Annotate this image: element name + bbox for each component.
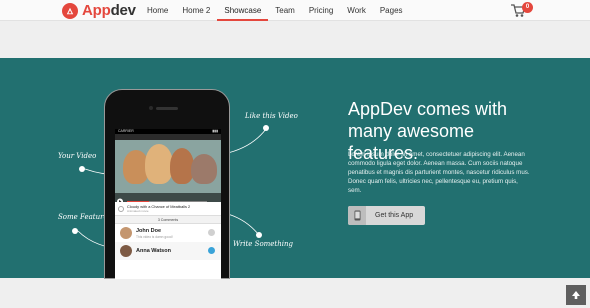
like-video-dot xyxy=(263,125,269,131)
your-video-label: Your Video xyxy=(58,152,97,160)
nav-pricing[interactable]: Pricing xyxy=(302,0,340,21)
phone-screen: CARRIER ▮▮▮ Cloudy with a Chance of Meatb… xyxy=(115,129,221,279)
video-character xyxy=(145,144,173,184)
some-feature-dot xyxy=(72,228,78,234)
nav-pages[interactable]: Pages xyxy=(373,0,410,21)
arrow-up-icon xyxy=(572,291,580,299)
main-menu: Home Home 2 Showcase Team Pricing Work P… xyxy=(140,0,410,21)
video-controls[interactable] xyxy=(115,193,221,202)
comment-action-icon[interactable] xyxy=(208,247,215,254)
annotation-lines xyxy=(77,128,267,251)
comment-author: John Doe xyxy=(136,227,162,234)
video-subtitle: Animated movie xyxy=(127,209,149,213)
brand-name: Appdev xyxy=(82,2,136,19)
like-video-label: Like this Video xyxy=(245,112,298,120)
comments-count: 3 Comments xyxy=(115,216,221,224)
phone-mockup: CARRIER ▮▮▮ Cloudy with a Chance of Meatb… xyxy=(104,89,230,279)
top-navbar: Appdev Home Home 2 Showcase Team Pricing… xyxy=(0,0,590,21)
write-something-label: Write Something xyxy=(233,240,293,248)
some-feature-label: Some Feature xyxy=(58,213,108,221)
info-icon xyxy=(118,205,124,212)
phone-camera xyxy=(149,106,153,110)
video-progress-bar[interactable] xyxy=(115,197,221,202)
nav-home[interactable]: Home xyxy=(140,0,175,21)
cart-count-badge: 0 xyxy=(522,2,533,13)
logo-triangle-icon xyxy=(62,2,78,19)
nav-showcase[interactable]: Showcase xyxy=(217,0,269,21)
phone-earpiece xyxy=(156,107,178,110)
comment-action-icon[interactable] xyxy=(208,229,215,236)
features-hero: AppDev comes with many awesome features.… xyxy=(0,58,590,278)
comment-author: Anna Watson xyxy=(136,247,171,254)
nav-team[interactable]: Team xyxy=(268,0,302,21)
brand-logo[interactable]: Appdev xyxy=(62,0,136,21)
comment-text: This video is damn good! xyxy=(136,234,173,239)
comment-item[interactable]: John Doe This video is damn good! xyxy=(115,224,221,242)
scroll-to-top-button[interactable] xyxy=(566,285,586,305)
nav-home-2[interactable]: Home 2 xyxy=(175,0,217,21)
video-character xyxy=(191,154,217,184)
avatar xyxy=(120,245,132,257)
your-video-dot xyxy=(79,166,85,172)
video-player[interactable] xyxy=(115,140,221,202)
video-info[interactable]: Cloudy with a Chance of Meatballs 2 Anim… xyxy=(115,202,221,216)
comment-item[interactable]: Anna Watson xyxy=(115,242,221,260)
cart-button[interactable]: 0 xyxy=(510,2,534,19)
nav-work[interactable]: Work xyxy=(340,0,373,21)
avatar xyxy=(120,227,132,239)
write-something-dot xyxy=(256,232,262,238)
